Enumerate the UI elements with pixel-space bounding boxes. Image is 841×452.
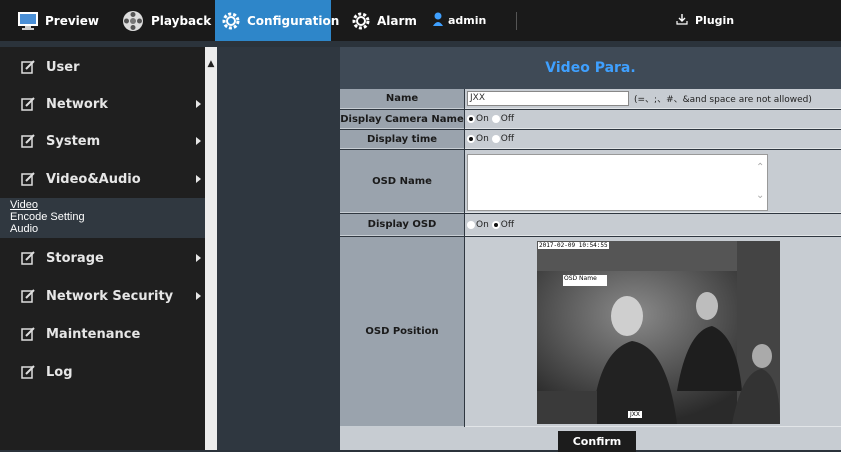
display-camera-name-row: On Off — [465, 110, 841, 129]
tab-preview[interactable]: Preview — [17, 0, 99, 41]
edit-icon — [21, 251, 35, 265]
display-time-row: On Off — [465, 130, 841, 149]
sidebar-item-maintenance[interactable]: Maintenance — [0, 315, 205, 353]
sidebar-item-label: Maintenance — [46, 326, 141, 342]
chevron-right-icon — [196, 254, 201, 262]
edit-icon — [21, 134, 35, 148]
sidebar-item-network-security[interactable]: Network Security — [0, 277, 205, 315]
gear-icon — [221, 11, 241, 31]
tab-playback-label: Playback — [151, 13, 212, 28]
edit-icon — [21, 289, 35, 303]
off-label: Off — [500, 134, 515, 144]
divider — [516, 12, 517, 30]
top-navigation-bar: Preview Playback Configuration Alarm adm… — [0, 0, 841, 41]
sidebar-scrollbar[interactable] — [205, 47, 217, 450]
gear-icon — [351, 11, 371, 31]
osd-name-overlay[interactable]: OSD Name — [563, 275, 607, 286]
video-audio-submenu: Video Encode Setting Audio — [0, 198, 205, 238]
camera-name-overlay[interactable]: JXX — [628, 411, 642, 418]
sidebar-item-log[interactable]: Log — [0, 353, 205, 391]
on-label: On — [476, 114, 489, 124]
edit-icon — [21, 327, 35, 341]
monitor-icon — [17, 11, 39, 31]
tab-alarm-label: Alarm — [377, 13, 417, 28]
chevron-down-icon[interactable]: ⌄ — [756, 190, 836, 201]
username: admin — [448, 14, 487, 27]
tab-preview-label: Preview — [45, 13, 100, 28]
sidebar-item-user[interactable]: User — [0, 48, 205, 86]
sidebar-item-label: Video&Audio — [46, 171, 141, 187]
sidebar-item-label: Log — [46, 364, 73, 380]
tab-playback[interactable]: Playback — [121, 0, 211, 41]
on-label: On — [476, 134, 489, 144]
user-icon — [433, 12, 443, 29]
video-frame-image — [537, 241, 780, 424]
display-time-on-radio[interactable] — [467, 135, 475, 143]
display-time-label: Display time — [340, 130, 464, 149]
sidebar-item-label: User — [46, 59, 80, 75]
display-osd-row: On Off — [465, 214, 841, 236]
osd-name-textarea[interactable] — [467, 154, 768, 211]
off-label: Off — [500, 219, 515, 230]
chevron-right-icon — [196, 137, 201, 145]
osd-name-label: OSD Name — [340, 150, 464, 213]
sidebar-item-system[interactable]: System — [0, 122, 205, 160]
plugin-label: Plugin — [695, 14, 735, 27]
scroll-up-arrow-icon[interactable]: ▲ — [205, 58, 217, 70]
edit-icon — [21, 97, 35, 111]
chevron-right-icon — [196, 100, 201, 108]
submenu-item-video[interactable]: Video — [10, 199, 38, 211]
display-osd-label: Display OSD — [340, 214, 464, 236]
camera-name-off-radio[interactable] — [491, 115, 500, 123]
timestamp-overlay[interactable]: 2017-02-09 10:54:55 — [538, 242, 609, 249]
name-input[interactable]: JXX — [467, 91, 629, 106]
plugin-download-link[interactable]: Plugin — [676, 0, 734, 41]
chevron-right-icon — [196, 292, 201, 300]
edit-icon — [21, 365, 35, 379]
name-row: JXX (=、;、#、&and space are not allowed) — [465, 89, 841, 109]
display-osd-on-radio[interactable] — [467, 220, 475, 229]
edit-icon — [21, 60, 35, 74]
video-preview[interactable]: 2017-02-09 10:54:55 OSD Name JXX — [537, 241, 780, 424]
submenu-item-audio[interactable]: Audio — [10, 223, 38, 235]
submenu-item-encode-setting[interactable]: Encode Setting — [10, 211, 85, 223]
page-title: Video Para. — [340, 47, 841, 89]
chevron-up-icon[interactable]: ⌃ — [756, 162, 836, 173]
sidebar-item-video-audio[interactable]: Video&Audio — [0, 160, 205, 198]
camera-name-on-radio[interactable] — [467, 115, 475, 123]
display-time-off-radio[interactable] — [491, 135, 500, 143]
sidebar-item-label: Network Security — [46, 288, 174, 304]
name-label: Name — [340, 89, 464, 109]
chevron-right-icon — [196, 175, 201, 183]
name-hint: (=、;、#、&and space are not allowed) — [634, 95, 812, 105]
tab-configuration[interactable]: Configuration — [215, 0, 339, 41]
tab-alarm[interactable]: Alarm — [351, 0, 417, 41]
edit-icon — [21, 172, 35, 186]
off-label: Off — [500, 114, 515, 124]
sidebar-item-label: Network — [46, 96, 108, 112]
sidebar-item-storage[interactable]: Storage — [0, 239, 205, 277]
display-osd-off-radio[interactable] — [491, 220, 500, 229]
osd-position-label: OSD Position — [340, 237, 464, 427]
film-reel-icon — [121, 10, 145, 32]
on-label: On — [476, 219, 489, 230]
download-icon — [676, 13, 688, 28]
display-camera-name-label: Display Camera Name — [340, 110, 464, 129]
tab-configuration-label: Configuration — [247, 13, 340, 28]
sidebar-item-network[interactable]: Network — [0, 85, 205, 123]
sidebar-item-label: System — [46, 133, 101, 149]
user-indicator[interactable]: admin — [433, 0, 486, 41]
confirm-button[interactable]: Confirm — [558, 431, 636, 452]
sidebar-item-label: Storage — [46, 250, 104, 266]
